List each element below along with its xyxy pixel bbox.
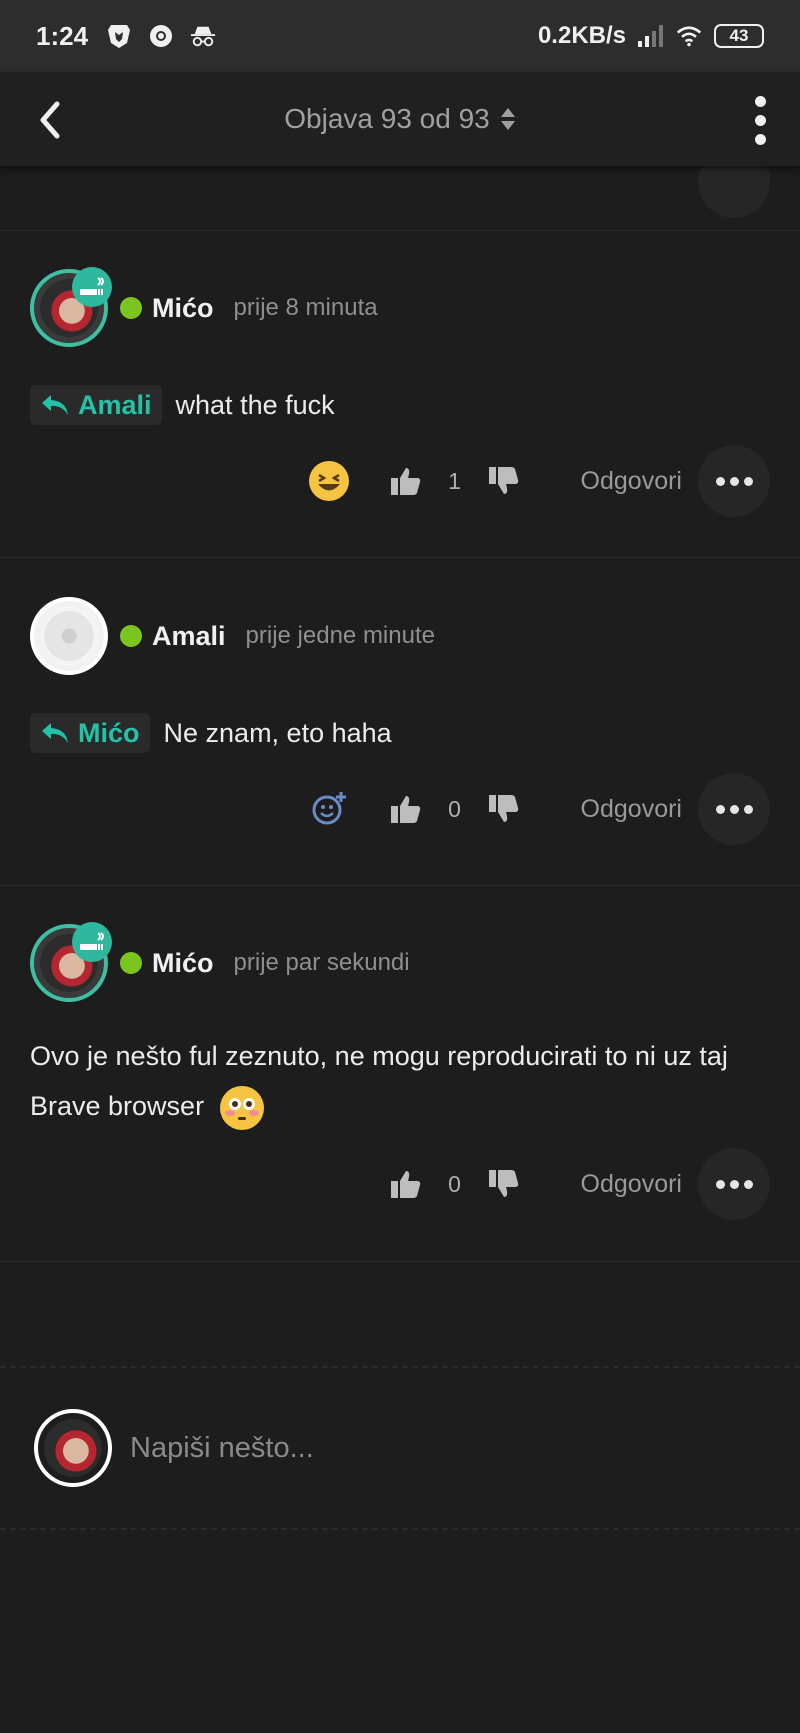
thumbs-up-icon[interactable] <box>389 792 423 826</box>
comment-author[interactable]: Mićo <box>152 948 214 979</box>
overflow-menu-button[interactable] <box>740 94 780 146</box>
reply-mention-name: Amali <box>78 390 152 420</box>
more-options-button[interactable] <box>698 773 770 845</box>
page-title: Objava 93 od 93 <box>284 103 490 134</box>
battery-indicator: 43 <box>714 24 764 48</box>
reply-button[interactable]: Odgovori <box>581 1170 682 1199</box>
comment-text: Ovo je nešto ful zeznuto, ne mogu reprod… <box>30 1041 728 1121</box>
incognito-icon <box>190 23 216 49</box>
divider <box>0 230 800 231</box>
online-status-dot <box>120 625 142 647</box>
comment-time: prije 8 minuta <box>233 294 378 321</box>
thumbs-down-icon[interactable] <box>487 1167 521 1201</box>
thumbs-up-icon[interactable] <box>389 1167 423 1201</box>
avatar[interactable] <box>30 597 108 675</box>
smoking-badge-icon <box>72 922 112 962</box>
avatar[interactable] <box>30 267 112 347</box>
smoking-badge-icon <box>72 267 112 307</box>
more-options-button[interactable] <box>698 1148 770 1220</box>
avatar[interactable] <box>30 922 112 1002</box>
divider <box>0 1261 800 1262</box>
vertical-dots-icon <box>754 95 766 107</box>
post-navigator[interactable]: Objava 93 od 93 <box>0 103 800 135</box>
add-reaction-icon[interactable] <box>309 789 349 829</box>
reply-mention-name: Mićo <box>78 718 140 748</box>
wifi-icon <box>676 23 702 49</box>
brave-lion-icon <box>106 23 132 49</box>
laughing-emoji-icon[interactable] <box>308 461 349 501</box>
comment-author[interactable]: Amali <box>152 621 226 652</box>
comment-text: what the fuck <box>175 390 335 420</box>
comment-time: prije jedne minute <box>245 622 435 649</box>
divider <box>0 885 800 886</box>
comment-text: Ne znam, eto haha <box>163 718 392 748</box>
reply-arrow-icon <box>42 723 68 743</box>
horizontal-dots-icon <box>715 1179 725 1189</box>
divider <box>0 557 800 558</box>
horizontal-dots-icon <box>715 476 725 486</box>
reply-mention-tag[interactable]: Mićo <box>30 713 150 753</box>
comment-author[interactable]: Mićo <box>152 293 214 324</box>
online-status-dot <box>120 952 142 974</box>
app-bar: Objava 93 od 93 <box>0 72 800 166</box>
like-count: 0 <box>448 795 461 822</box>
composer-bottom-border <box>0 1528 800 1530</box>
reply-button[interactable]: Odgovori <box>581 795 682 824</box>
horizontal-dots-icon <box>715 804 725 814</box>
comment-composer <box>34 1408 730 1488</box>
signal-icon <box>638 23 664 49</box>
current-user-avatar <box>34 1409 112 1487</box>
flushed-emoji-icon <box>219 1085 264 1130</box>
network-speed: 0.2KB/s <box>537 22 626 49</box>
like-count: 1 <box>448 467 461 494</box>
status-bar: 1:24 0.2KB/s 43 <box>0 0 800 72</box>
thumbs-down-icon[interactable] <box>487 792 521 826</box>
thumbs-down-icon[interactable] <box>487 464 521 498</box>
comment-input[interactable] <box>130 1431 730 1465</box>
reply-mention-tag[interactable]: Amali <box>30 385 162 425</box>
reply-arrow-icon <box>42 395 68 415</box>
status-time: 1:24 <box>36 20 89 51</box>
like-count: 0 <box>448 1170 461 1197</box>
thumbs-up-icon[interactable] <box>389 464 423 498</box>
reply-button[interactable]: Odgovori <box>581 467 682 496</box>
composer-top-border <box>0 1366 800 1368</box>
previous-comment-actions <box>0 146 800 230</box>
chrome-icon <box>148 23 174 49</box>
updown-caret-icon <box>500 108 515 130</box>
more-options-button[interactable] <box>698 445 770 517</box>
online-status-dot <box>120 297 142 319</box>
comment-time: prije par sekundi <box>233 949 410 976</box>
